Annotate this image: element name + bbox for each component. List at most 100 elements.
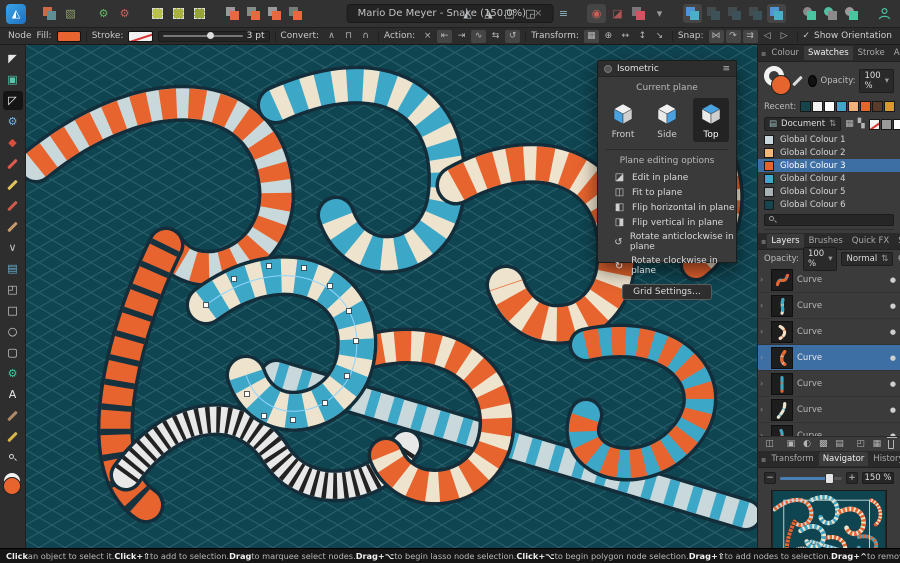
layer-row[interactable]: › Curve ● (758, 345, 900, 371)
pixel-persona-button[interactable] (40, 4, 59, 23)
layers-tab-layers[interactable]: Layers (767, 234, 804, 248)
layers-opacity-dropdown[interactable]: 100 % ▾ (802, 246, 838, 271)
snapping-gear-icon[interactable]: ⚙ (115, 4, 134, 23)
ellipse-tool[interactable]: ○ (3, 322, 23, 341)
panel-menu-icon[interactable]: ≡ (722, 64, 730, 74)
contact-person-icon[interactable] (875, 4, 894, 23)
layer-options-icon[interactable]: ◫ (764, 438, 775, 451)
action-smooth-icon[interactable]: ∿ (471, 29, 487, 43)
convert-smart-icon[interactable]: ⊓ (341, 30, 356, 43)
action-reverse-icon[interactable]: ↺ (505, 29, 521, 43)
pattern-layer-icon[interactable]: ▤ (834, 438, 845, 451)
palette-dropdown[interactable]: ▤ Document ⇅ (764, 117, 842, 131)
marquee-pen-icon[interactable] (190, 4, 209, 23)
swatches-tab-colour[interactable]: Colour (767, 46, 803, 60)
transform-v-icon[interactable]: ↕ (635, 30, 650, 43)
plane-button-top[interactable]: Top (693, 98, 729, 142)
vector-brush-tool[interactable] (3, 217, 23, 236)
isometric-panel-header[interactable]: Isometric ≡ (598, 61, 736, 77)
zoom-in-button[interactable]: + (846, 472, 858, 484)
rounded-rectangle-tool[interactable]: ▢ (3, 343, 23, 362)
transform-cage-icon[interactable]: ▦ (583, 29, 599, 43)
palette-grid-icon[interactable]: ▦ (845, 118, 854, 131)
pen-tool[interactable] (3, 154, 23, 173)
swatches-colour-well[interactable] (764, 66, 791, 96)
stroke-swatch[interactable] (128, 30, 153, 42)
global-colour-row[interactable]: Global Colour 6 (758, 198, 900, 211)
pencil-tool[interactable] (3, 175, 23, 194)
layer-visibility-toggle[interactable]: ● (890, 380, 896, 388)
recent-swatch[interactable] (824, 101, 836, 112)
snap-nodes-icon[interactable]: ⋈ (708, 29, 724, 43)
snap-left-icon[interactable]: ◁ (760, 30, 775, 43)
layers-tab-styles[interactable]: Styles (894, 234, 900, 248)
global-colour-row[interactable]: Global Colour 3 (758, 159, 900, 172)
zoom-tool[interactable] (3, 448, 23, 467)
node-tool[interactable]: ◸ (2, 91, 23, 110)
convert-sharp-icon[interactable]: ∧ (324, 30, 339, 43)
plane-button-side[interactable]: Side (649, 98, 685, 142)
stroke-width-slider[interactable]: 3 pt (157, 30, 270, 42)
swatch-search-input[interactable] (764, 214, 894, 226)
rotate-cw-button[interactable]: ◲ (521, 4, 540, 23)
app-logo[interactable]: ◭ (6, 3, 26, 24)
layer-row[interactable]: › Curve ● (758, 423, 900, 436)
action-join-icon[interactable]: ⇆ (488, 30, 503, 43)
place-image-tool[interactable]: ▤ (3, 259, 23, 278)
iso-option-flip-horizontal-in-plane[interactable]: ◧ Flip horizontal in plane (598, 200, 736, 215)
layer-row[interactable]: › Curve ● (758, 293, 900, 319)
blend-mode-3-button[interactable] (842, 4, 861, 23)
swatches-opacity-dropdown[interactable]: 100 % ▾ (859, 69, 894, 93)
bool-divide-button[interactable] (286, 4, 305, 23)
fill-swatch[interactable] (56, 30, 81, 42)
blend-mode-1-button[interactable] (800, 4, 819, 23)
snap-right-icon[interactable]: ▷ (777, 30, 792, 43)
marquee-node-icon[interactable] (169, 4, 188, 23)
mask-layer-icon[interactable]: ▣ (785, 438, 796, 451)
marquee-select-icon[interactable] (148, 4, 167, 23)
layer-row[interactable]: › Curve ● (758, 267, 900, 293)
insert-behind-button[interactable]: ◪ (608, 4, 627, 23)
action-delete-icon[interactable]: × (420, 30, 435, 43)
transparency-tool[interactable]: ∨ (3, 238, 23, 257)
transform-h-icon[interactable]: ↔ (618, 30, 633, 43)
global-colour-row[interactable]: Global Colour 1 (758, 133, 900, 146)
bool-add-button[interactable] (223, 4, 242, 23)
panel-close-icon[interactable] (604, 64, 612, 73)
navigator-tab-transform[interactable]: Transform (767, 452, 817, 466)
recent-swatch[interactable] (848, 101, 860, 112)
transform-scale-icon[interactable]: ↘ (652, 30, 667, 43)
curve-op-1-button[interactable] (683, 4, 702, 23)
navigator-tab-history[interactable]: History (869, 452, 900, 466)
layer-visibility-toggle[interactable]: ● (890, 276, 896, 284)
recent-swatch[interactable] (860, 101, 872, 112)
iso-option-flip-vertical-in-plane[interactable]: ◨ Flip vertical in plane (598, 215, 736, 230)
layer-row[interactable]: › Curve ● (758, 397, 900, 423)
global-colour-row[interactable]: Global Colour 5 (758, 185, 900, 198)
layer-effects-icon[interactable]: ▩ (818, 438, 829, 451)
move-tool[interactable]: ◤ (3, 49, 23, 68)
swatches-tab-appearance[interactable]: Appearance (890, 46, 900, 60)
palette-list-icon[interactable]: ▚ (858, 118, 865, 131)
flip-vertical-button[interactable]: ◮ (479, 4, 498, 23)
layers-tab-brushes[interactable]: Brushes (805, 234, 847, 248)
layer-expand-icon[interactable]: › (760, 275, 767, 284)
flip-horizontal-button[interactable]: ◭ (458, 4, 477, 23)
vector-crop-tool[interactable]: ◰ (3, 280, 23, 299)
zoom-out-button[interactable]: − (764, 472, 776, 484)
curve-op-3-button[interactable] (725, 4, 744, 23)
blend-mode-dropdown[interactable]: Normal ⇅ (841, 251, 894, 266)
eyedropper-icon[interactable] (791, 72, 804, 91)
plane-button-front[interactable]: Front (605, 98, 641, 142)
paint-brush-tool[interactable] (3, 196, 23, 215)
iso-option-fit-to-plane[interactable]: ◫ Fit to plane (598, 185, 736, 200)
swatches-tab-swatches[interactable]: Swatches (804, 46, 853, 60)
artboard-tool[interactable]: ▣ (3, 70, 23, 89)
contour-tool[interactable]: ◆ (3, 133, 23, 152)
style-picker-tool[interactable] (3, 406, 23, 425)
layer-visibility-toggle[interactable]: ● (890, 406, 896, 414)
layers-tab-quick-fx[interactable]: Quick FX (848, 234, 893, 248)
insert-dropdown-arrow[interactable]: ▾ (650, 4, 669, 23)
layer-expand-icon[interactable]: › (760, 327, 767, 336)
snap-construct-icon[interactable]: ⇉ (742, 29, 758, 43)
